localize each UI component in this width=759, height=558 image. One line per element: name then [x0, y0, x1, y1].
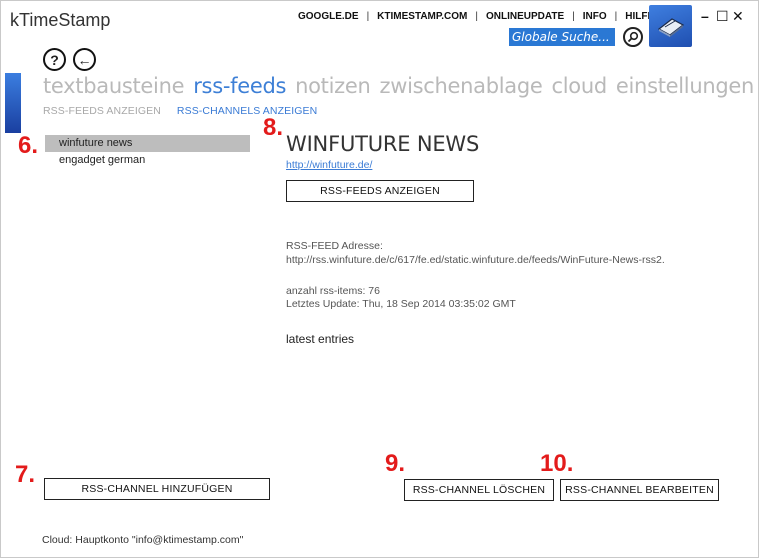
step-marker-9: 9. [385, 450, 406, 477]
step-marker-6: 6. [18, 132, 39, 159]
top-navigation: GOOGLE.DE | KTIMESTAMP.COM | ONLINEUPDAT… [298, 11, 654, 22]
channel-item-winfuture[interactable]: winfuture news [45, 135, 250, 152]
topnav-link-google[interactable]: GOOGLE.DE [298, 11, 359, 22]
back-button[interactable]: ← [73, 48, 96, 71]
topnav-link-ktimestamp[interactable]: KTIMESTAMP.COM [377, 11, 467, 22]
stamp-logo-icon [657, 18, 684, 37]
tab-cloud[interactable]: cloud [552, 74, 608, 98]
topnav-link-onlineupdate[interactable]: ONLINEUPDATE [486, 11, 564, 22]
maximize-button[interactable]: ☐ [716, 9, 729, 23]
last-update: Letztes Update: Thu, 18 Sep 2014 03:35:0… [286, 298, 516, 310]
step-marker-7: 7. [15, 461, 36, 488]
show-feeds-button[interactable]: RSS-FEEDS ANZEIGEN [286, 180, 474, 202]
topnav-link-info[interactable]: INFO [583, 11, 607, 22]
tab-einstellungen[interactable]: einstellungen [616, 74, 754, 98]
minimize-button[interactable]: – [701, 9, 709, 23]
arrow-left-icon: ← [77, 51, 92, 68]
cloud-status: Cloud: Hauptkonto "info@ktimestamp.com" [42, 534, 244, 546]
help-icon: ? [50, 51, 59, 68]
topnav-separator: | [366, 11, 370, 22]
search-button[interactable] [623, 27, 643, 47]
app-window: kTimeStamp GOOGLE.DE | KTIMESTAMP.COM | … [0, 0, 759, 558]
tab-textbausteine[interactable]: textbausteine [43, 74, 185, 98]
rss-items-count: anzahl rss-items: 76 [286, 285, 380, 297]
app-logo [649, 5, 692, 47]
search-icon [627, 31, 639, 43]
step-marker-8: 8. [263, 114, 284, 141]
feed-address-label: RSS-FEED Adresse: [286, 240, 383, 252]
app-title: kTimeStamp [10, 10, 111, 30]
main-tabs: textbausteine rss-feeds notizen zwischen… [43, 74, 754, 98]
topnav-separator: | [475, 11, 478, 22]
feed-address-value: http://rss.winfuture.de/c/617/fe.ed/stat… [286, 254, 665, 266]
help-button[interactable]: ? [43, 48, 66, 71]
latest-entries-heading: latest entries [286, 332, 355, 346]
channel-item-engadget[interactable]: engadget german [45, 152, 250, 169]
topnav-separator: | [572, 11, 575, 22]
channel-list: winfuture news engadget german [45, 135, 250, 169]
add-channel-button[interactable]: RSS-CHANNEL HINZUFÜGEN [44, 478, 270, 500]
edit-channel-button[interactable]: RSS-CHANNEL BEARBEITEN [560, 479, 719, 501]
subtab-rss-feeds-anzeigen[interactable]: RSS-FEEDS ANZEIGEN [43, 105, 161, 117]
subtab-rss-channels-anzeigen[interactable]: RSS-CHANNELS ANZEIGEN [177, 105, 317, 117]
tab-notizen[interactable]: notizen [295, 74, 371, 98]
tab-rss-feeds[interactable]: rss-feeds [193, 74, 286, 98]
channel-title: WINFUTURE NEWS [286, 132, 480, 156]
tab-zwischenablage[interactable]: zwischenablage [380, 74, 543, 98]
step-marker-10: 10. [540, 450, 574, 477]
delete-channel-button[interactable]: RSS-CHANNEL LÖSCHEN [404, 479, 554, 501]
close-button[interactable]: ✕ [732, 9, 744, 23]
accent-bar [5, 73, 21, 133]
channel-url-link[interactable]: http://winfuture.de/ [286, 159, 372, 171]
global-search-input[interactable] [509, 28, 615, 46]
topnav-separator: | [614, 11, 618, 22]
